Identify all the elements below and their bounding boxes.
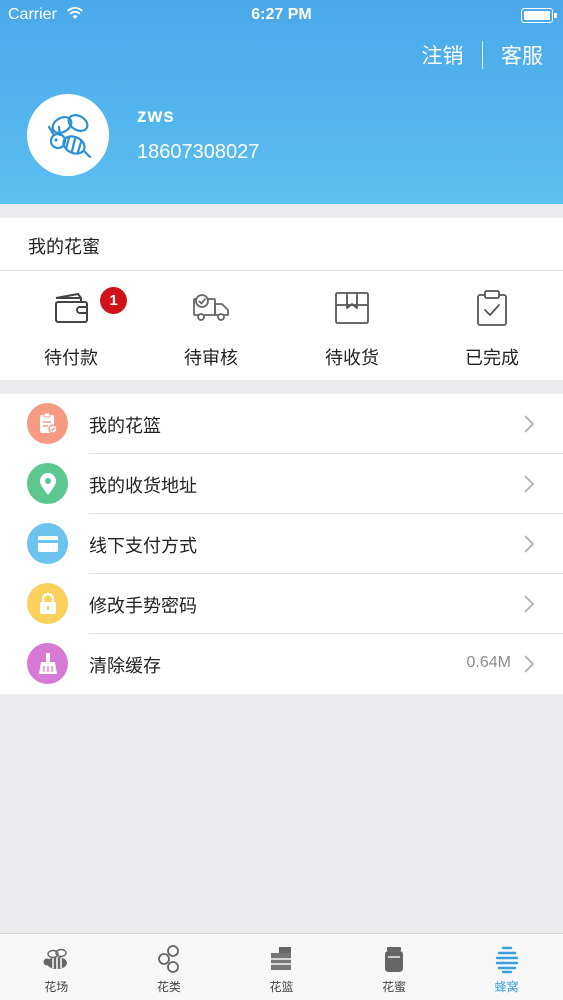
lock-icon	[27, 583, 68, 624]
phone-number: 18607308027	[137, 141, 260, 163]
settings-menu: 我的花篮 我的收货地址 线下支付方式 修改手势密码 清除缓存 0.64M	[0, 394, 563, 694]
menu-item-label: 线下支付方式	[89, 536, 197, 557]
chevron-right-icon	[524, 655, 535, 673]
chevron-right-icon	[524, 535, 535, 553]
hexagons-icon	[157, 945, 179, 973]
order-pending-review-label: 待审核	[184, 348, 238, 369]
order-completed[interactable]: 已完成	[422, 288, 562, 369]
orders-title: 我的花蜜	[28, 237, 100, 258]
bee-avatar-icon	[47, 114, 92, 159]
bottom-tab-bar: 花场 花类 花篮 花蜜 蜂窝	[0, 933, 563, 1000]
order-pending-payment-label: 待付款	[44, 348, 98, 369]
logout-button[interactable]: 注销	[422, 40, 464, 70]
chevron-right-icon	[524, 475, 535, 493]
tab-beehive[interactable]: 蜂窝	[450, 934, 563, 1000]
order-completed-label: 已完成	[465, 348, 519, 369]
menu-item-my-basket[interactable]: 我的花篮	[0, 394, 563, 454]
tab-honey[interactable]: 花蜜	[338, 934, 451, 1000]
tab-label: 花蜜	[382, 980, 407, 994]
menu-item-label: 修改手势密码	[89, 596, 197, 617]
clock: 6:27 PM	[251, 6, 312, 23]
card-icon	[27, 523, 68, 564]
location-pin-icon	[27, 463, 68, 504]
orders-card: 我的花蜜 待付款 待审核 待收货 已完成	[0, 218, 563, 380]
username: zws	[137, 106, 175, 127]
battery-icon	[521, 8, 557, 23]
basket-clipboard-icon	[27, 403, 68, 444]
menu-item-shipping-address[interactable]: 我的收货地址	[0, 454, 563, 514]
tab-flower-basket[interactable]: 花篮	[225, 934, 338, 1000]
bee-icon	[43, 948, 68, 969]
menu-item-offline-payment[interactable]: 线下支付方式	[0, 514, 563, 574]
basket-icon	[271, 947, 292, 970]
broom-icon	[27, 643, 68, 684]
menu-item-change-gesture-password[interactable]: 修改手势密码	[0, 574, 563, 634]
tab-label: 花篮	[269, 980, 294, 994]
clipboard-check-icon	[477, 290, 507, 326]
actions-divider	[481, 41, 483, 69]
package-box-icon	[335, 292, 369, 324]
beehive-icon	[495, 946, 518, 974]
tab-label: 花类	[156, 980, 181, 994]
pending-payment-badge: 1	[100, 287, 127, 314]
tab-flower-field[interactable]: 花场	[0, 934, 113, 1000]
menu-item-label: 我的收货地址	[89, 476, 197, 497]
menu-item-label: 清除缓存	[89, 656, 161, 677]
chevron-right-icon	[524, 595, 535, 613]
header-actions: 注销 客服	[422, 40, 543, 70]
order-pending-receipt-label: 待收货	[325, 348, 379, 369]
delivery-truck-icon	[193, 294, 229, 321]
wallet-icon	[55, 292, 88, 323]
order-pending-receipt[interactable]: 待收货	[282, 288, 422, 369]
tab-label: 蜂窝	[494, 980, 519, 994]
honey-jar-icon	[385, 947, 404, 972]
order-pending-review[interactable]: 待审核	[141, 288, 281, 369]
profile-header: Carrier 6:27 PM 注销 客服 zws 18607308027	[0, 0, 563, 204]
orders-divider	[0, 270, 563, 271]
chevron-right-icon	[524, 415, 535, 433]
menu-item-clear-cache[interactable]: 清除缓存 0.64M	[0, 634, 563, 694]
avatar[interactable]	[27, 94, 109, 176]
customer-service-button[interactable]: 客服	[501, 40, 543, 70]
status-bar: Carrier 6:27 PM	[0, 0, 563, 30]
cache-size-value: 0.64M	[466, 654, 511, 671]
tab-label: 花场	[44, 980, 69, 994]
tab-flower-types[interactable]: 花类	[113, 934, 226, 1000]
menu-item-label: 我的花篮	[89, 416, 161, 437]
